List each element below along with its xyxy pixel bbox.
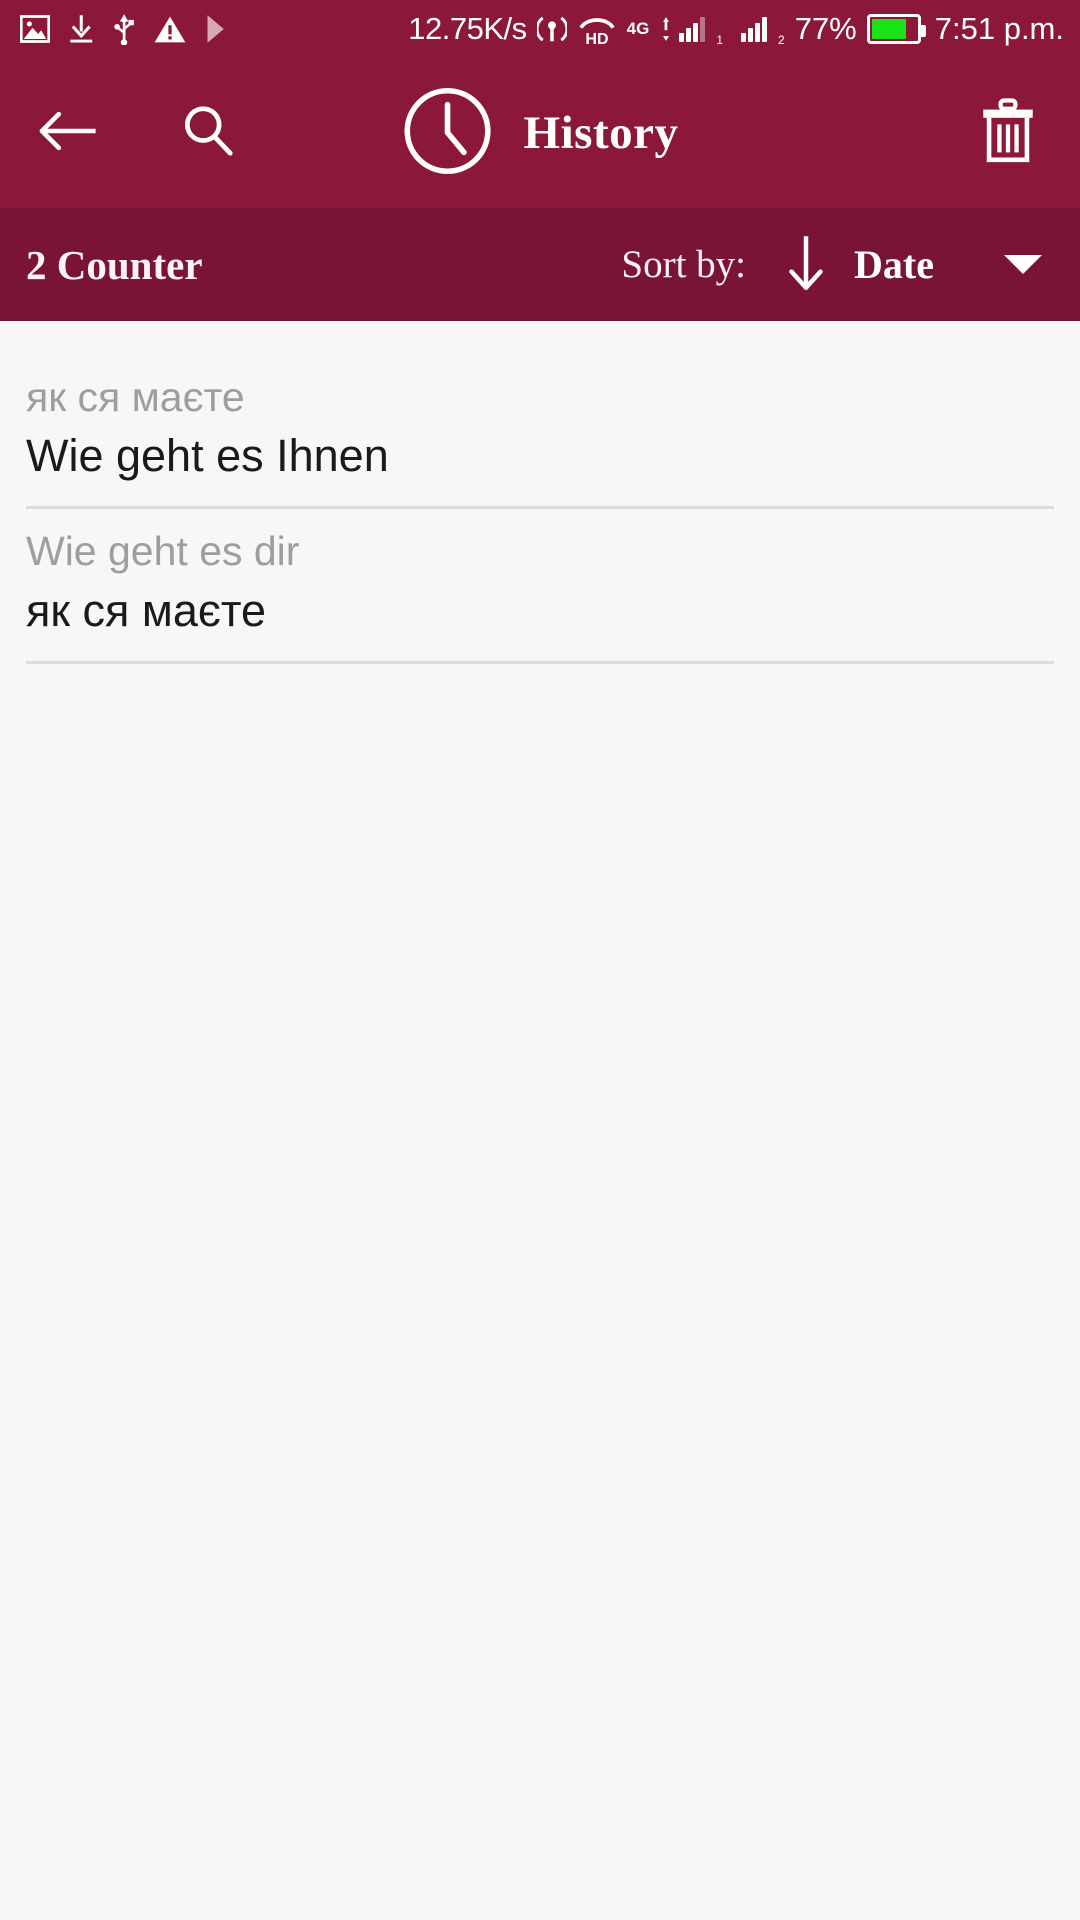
back-button[interactable] — [24, 89, 112, 177]
list-divider — [26, 660, 1054, 664]
source-text: Wie geht es dir — [26, 528, 300, 575]
sim1-bars-icon — [679, 16, 706, 42]
download-icon — [68, 14, 94, 44]
clock-icon — [402, 85, 494, 182]
warning-icon — [154, 15, 186, 44]
sort-by-label: Sort by: — [621, 243, 747, 286]
clock-time-label: 7:51 p.m. — [934, 11, 1064, 46]
app-bar: History — [0, 58, 1080, 208]
network-speed-label: 12.75K/s — [408, 11, 527, 46]
svg-text:HD: HD — [585, 31, 608, 45]
trash-icon — [980, 97, 1036, 169]
history-list: як ся маєте Wie geht es Ihnen Wie geht e… — [0, 321, 1080, 1920]
sort-value-label[interactable]: Date — [854, 241, 934, 288]
sim2-bars-icon — [741, 16, 768, 42]
history-entry-0[interactable]: як ся маєте Wie geht es Ihnen — [26, 355, 1054, 506]
delete-history-button[interactable] — [964, 89, 1052, 177]
sim2-index-label: 2 — [778, 33, 785, 47]
battery-icon — [866, 14, 926, 44]
target-text: як ся маєте — [26, 584, 266, 636]
search-button[interactable] — [164, 89, 252, 177]
sim1-index-label: 1 — [716, 33, 724, 47]
source-text: як ся маєте — [26, 374, 245, 420]
arrow-down-icon — [786, 233, 826, 296]
sort-direction-button[interactable] — [786, 233, 826, 296]
status-bar: 12.75K/s HD 4G 1 2 77% 7:51 p.m. — [0, 0, 1080, 58]
caret-down-icon[interactable] — [1004, 255, 1042, 274]
sim1-signal-icon — [659, 16, 670, 42]
target-text: Wie geht es Ihnen — [26, 430, 389, 482]
usb-icon — [112, 13, 136, 45]
app-screen: 12.75K/s HD 4G 1 2 77% 7:51 p.m. History… — [0, 0, 1080, 1920]
hd-call-icon: HD — [577, 13, 617, 45]
list-item[interactable]: як ся маєте Wie geht es Ihnen — [0, 355, 1080, 510]
status-bar-left-icons — [20, 13, 226, 45]
history-entry-1[interactable]: Wie geht es dir як ся маєте — [26, 509, 1054, 660]
status-bar-right-icons: 12.75K/s HD 4G 1 2 77% 7:51 p.m. — [408, 11, 1064, 47]
list-item[interactable]: Wie geht es dir як ся маєте — [0, 509, 1080, 664]
search-icon — [181, 104, 235, 163]
app-bar-title-group: History — [402, 85, 679, 182]
back-arrow-icon — [37, 108, 99, 159]
broadcast-icon — [536, 13, 567, 45]
image-icon — [20, 15, 50, 43]
history-counter-label: 2 Counter — [26, 241, 203, 288]
network-type-label: 4G — [626, 19, 650, 38]
sort-bar: 2 Counter Sort by: Date — [0, 208, 1080, 321]
page-title: History — [523, 107, 679, 159]
sort-control-group[interactable]: Sort by: Date — [621, 233, 1042, 296]
play-icon — [204, 14, 226, 44]
battery-percent-label: 77% — [794, 11, 857, 46]
